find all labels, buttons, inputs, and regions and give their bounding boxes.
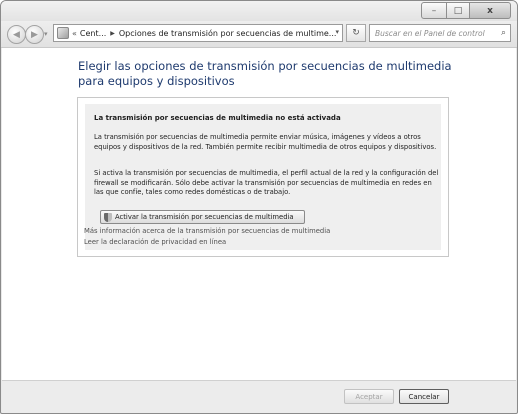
control-panel-icon <box>57 27 69 39</box>
ok-button[interactable]: Aceptar <box>344 389 394 404</box>
refresh-icon: ↻ <box>352 28 360 38</box>
help-links: Más información acerca de la transmisión… <box>84 226 330 248</box>
description-paragraph: La transmisión por secuencias de multime… <box>94 133 437 151</box>
minimize-button[interactable]: – <box>421 2 447 19</box>
maximize-button[interactable]: □ <box>447 2 470 19</box>
back-arrow-icon: ◀ <box>13 29 20 40</box>
breadcrumb-separator-icon[interactable]: ▶ <box>110 30 115 37</box>
control-panel-window: – □ x ◀ ▶ ▾ « Cent... ▶ Opciones de tran… <box>0 0 518 414</box>
uac-shield-icon <box>104 212 112 222</box>
breadcrumb-overflow[interactable]: « <box>72 29 77 38</box>
status-title: La transmisión por secuencias de multime… <box>94 114 341 122</box>
address-bar[interactable]: « Cent... ▶ Opciones de transmisión por … <box>53 24 343 42</box>
close-button[interactable]: x <box>470 2 511 19</box>
privacy-statement-link[interactable]: Leer la declaración de privacidad en lín… <box>84 237 330 248</box>
window-controls: – □ x <box>421 2 511 19</box>
cancel-button[interactable]: Cancelar <box>399 389 449 404</box>
address-dropdown-icon[interactable]: ▾ <box>335 28 339 36</box>
search-icon[interactable]: ⌕ <box>501 28 506 38</box>
forward-button[interactable]: ▶ <box>25 25 44 44</box>
main-content: Elegir las opciones de transmisión por s… <box>2 48 516 380</box>
recent-pages-dropdown-icon[interactable]: ▾ <box>44 30 48 38</box>
back-button[interactable]: ◀ <box>7 25 26 44</box>
warning-paragraph: Si activa la transmisión por secuencias … <box>94 169 439 196</box>
more-info-link[interactable]: Más información acerca de la transmisión… <box>84 226 330 237</box>
title-bar: – □ x <box>1 1 517 21</box>
refresh-button[interactable]: ↻ <box>346 24 366 42</box>
activate-media-streaming-button[interactable]: Activar la transmisión por secuencias de… <box>100 210 305 224</box>
search-box: ⌕ <box>369 24 511 42</box>
search-input[interactable] <box>375 28 490 38</box>
dialog-footer: Aceptar Cancelar <box>2 380 516 413</box>
forward-arrow-icon: ▶ <box>31 29 38 40</box>
page-title: Elegir las opciones de transmisión por s… <box>78 59 452 88</box>
breadcrumb-item-media-streaming[interactable]: Opciones de transmisión por secuencias d… <box>119 29 337 38</box>
activate-button-label: Activar la transmisión por secuencias de… <box>115 213 294 221</box>
navigation-bar: ◀ ▶ ▾ « Cent... ▶ Opciones de transmisió… <box>1 21 517 48</box>
breadcrumb-item-control-panel[interactable]: Cent... <box>80 29 106 38</box>
